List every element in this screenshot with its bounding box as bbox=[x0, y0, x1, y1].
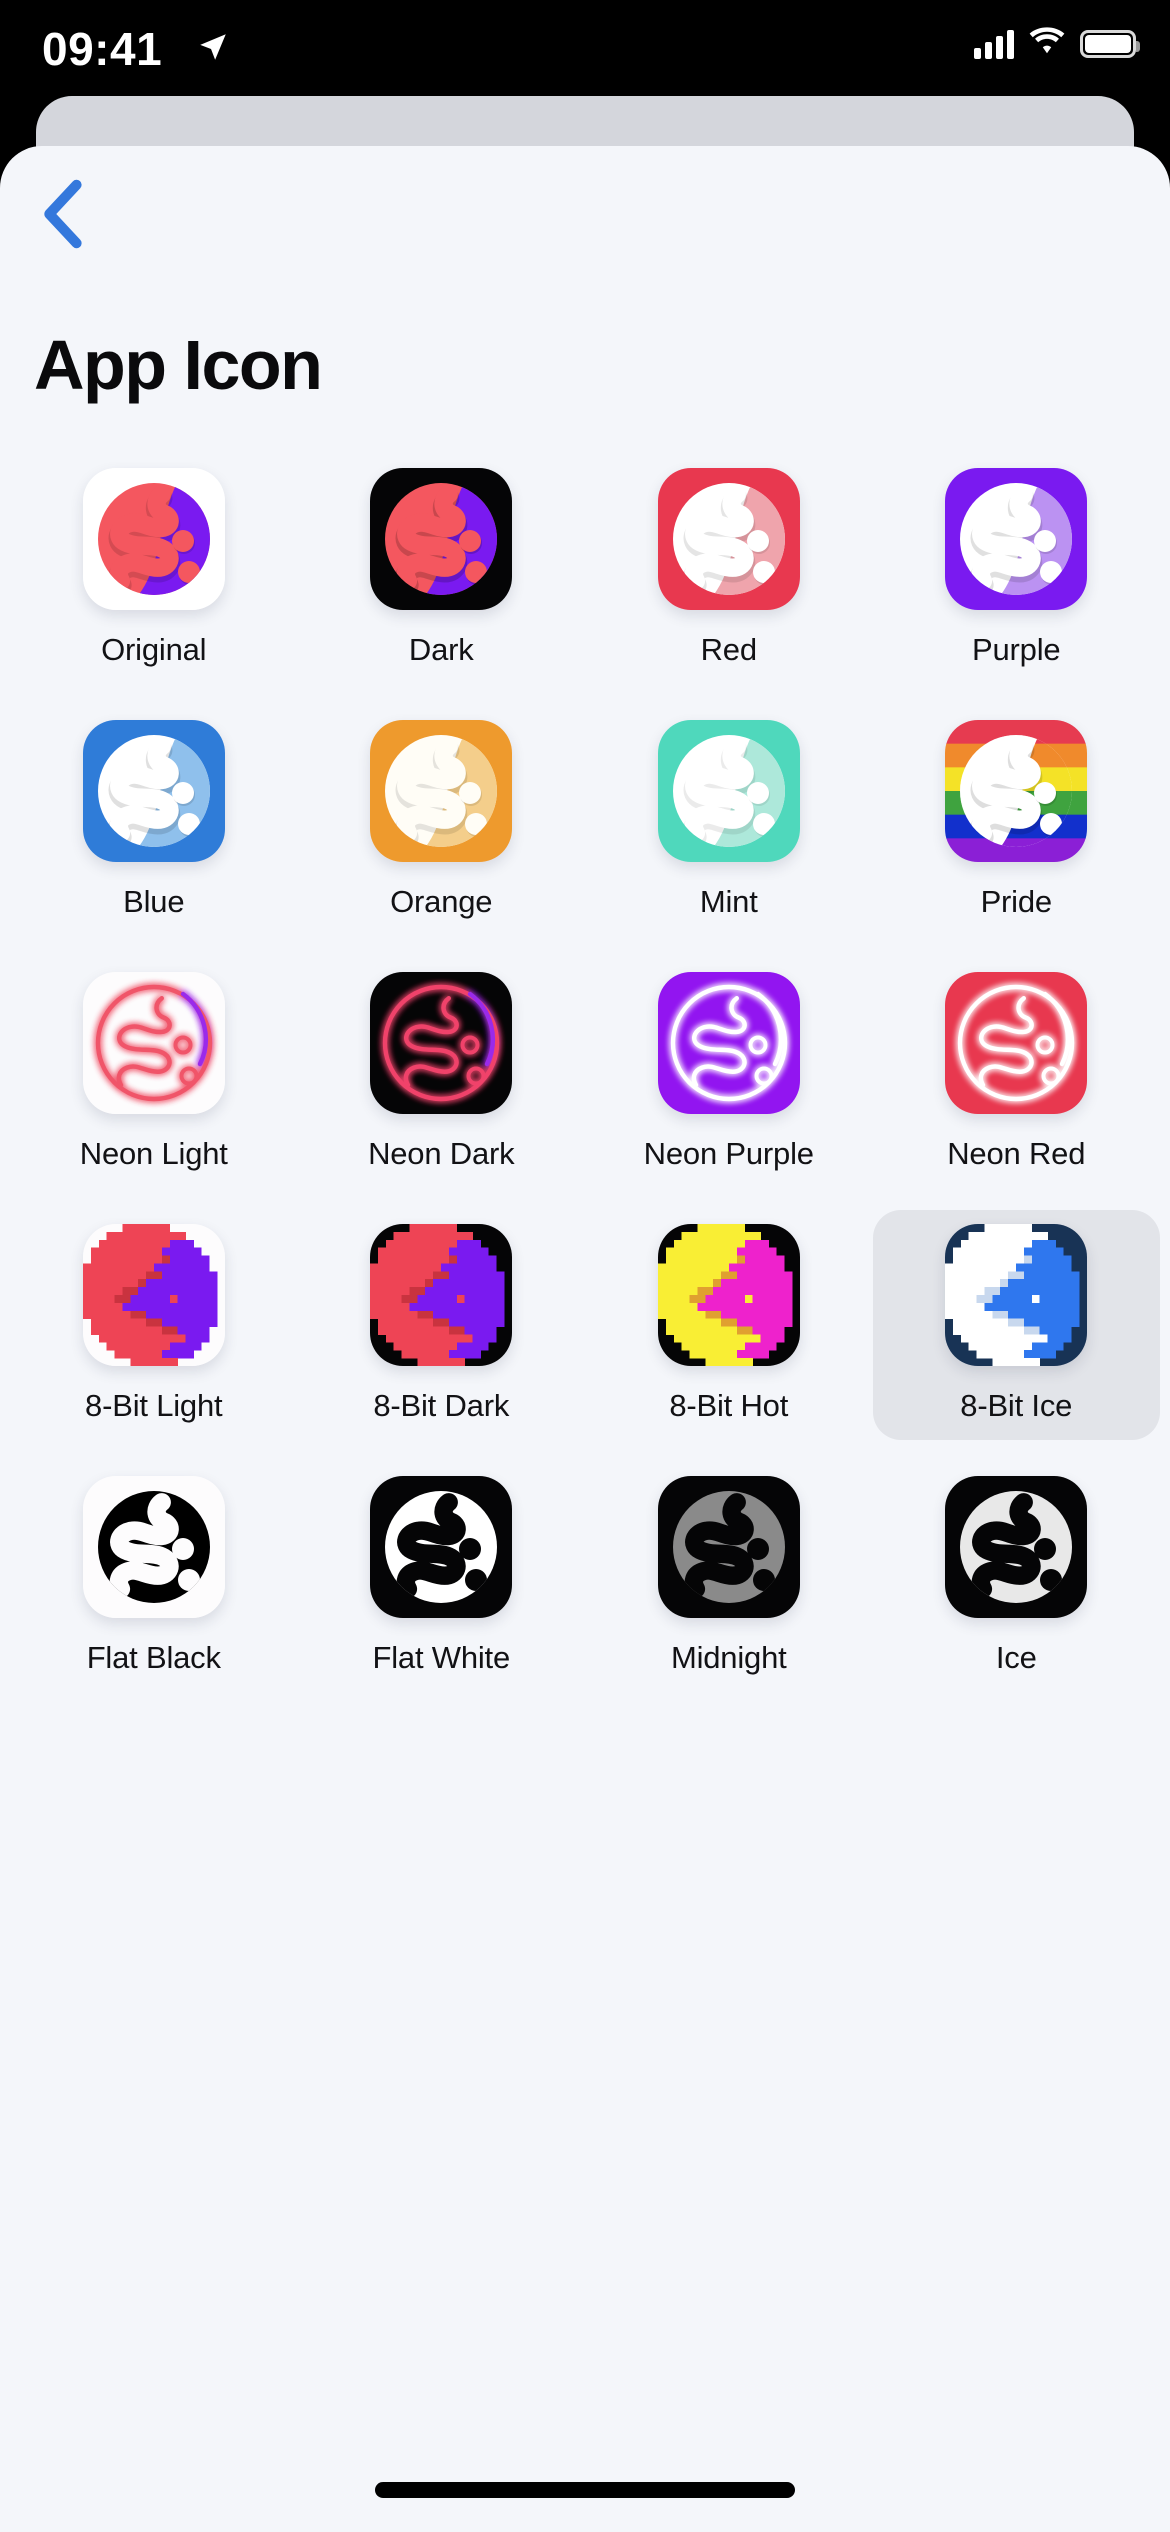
app-icon-option-midnight[interactable]: Midnight bbox=[585, 1462, 873, 1692]
app-icon-option-original[interactable]: Original bbox=[10, 454, 298, 684]
app-icon-artwork bbox=[370, 972, 513, 1114]
app-icon-option-neon-light[interactable]: Neon Light bbox=[10, 958, 298, 1188]
app-icon-option-neon-red[interactable]: Neon Red bbox=[873, 958, 1161, 1188]
app-icon-artwork bbox=[82, 972, 225, 1114]
app-icon-artwork bbox=[945, 1224, 1088, 1366]
app-icon-option-flat-black[interactable]: Flat Black bbox=[10, 1462, 298, 1692]
app-icon-artwork bbox=[657, 972, 800, 1114]
app-icon-label: Flat Black bbox=[86, 1640, 221, 1675]
app-icon-artwork bbox=[657, 720, 800, 862]
app-icon-option-mint[interactable]: Mint bbox=[585, 706, 873, 936]
app-icon-label: 8-Bit Dark bbox=[373, 1388, 510, 1423]
location-arrow-icon bbox=[196, 30, 230, 69]
app-icon-artwork bbox=[82, 720, 225, 862]
app-icon-artwork bbox=[82, 1224, 225, 1366]
app-icon-artwork bbox=[945, 720, 1088, 862]
app-icon-label: Midnight bbox=[670, 1640, 787, 1675]
app-icon-artwork bbox=[657, 1476, 800, 1618]
battery-full-icon bbox=[1080, 29, 1140, 58]
status-bar-indicators bbox=[974, 26, 1140, 61]
app-icon-label: Orange bbox=[390, 884, 493, 919]
app-icon-label: Blue bbox=[123, 884, 185, 919]
app-icon-sheet: App Icon Original Dark Red Purple Blue O… bbox=[0, 146, 1170, 2532]
app-icon-label: Purple bbox=[972, 632, 1061, 667]
app-icon-label: Original bbox=[101, 632, 207, 667]
chevron-left-icon bbox=[39, 179, 83, 252]
app-icon-option-neon-purple[interactable]: Neon Purple bbox=[585, 958, 873, 1188]
status-bar-time: 09:41 bbox=[42, 23, 163, 75]
app-icon-option-pride[interactable]: Pride bbox=[873, 706, 1161, 936]
app-icon-option-purple[interactable]: Purple bbox=[873, 454, 1161, 684]
app-icon-option-ice[interactable]: Ice bbox=[873, 1462, 1161, 1692]
app-icon-option-blue[interactable]: Blue bbox=[10, 706, 298, 936]
app-icon-option-8-bit-light[interactable]: 8-Bit Light bbox=[10, 1210, 298, 1440]
app-icon-label: Neon Purple bbox=[643, 1136, 814, 1171]
app-icon-label: 8-Bit Light bbox=[85, 1388, 223, 1423]
app-icon-artwork bbox=[370, 1476, 513, 1618]
app-icon-artwork bbox=[657, 468, 800, 610]
page-title: App Icon bbox=[34, 326, 323, 404]
app-icon-option-8-bit-dark[interactable]: 8-Bit Dark bbox=[298, 1210, 586, 1440]
app-icon-option-8-bit-hot[interactable]: 8-Bit Hot bbox=[585, 1210, 873, 1440]
app-icon-artwork bbox=[945, 972, 1088, 1114]
app-icon-label: Red bbox=[700, 632, 757, 667]
app-icon-label: Neon Light bbox=[79, 1136, 228, 1171]
app-icon-label: Pride bbox=[980, 884, 1053, 919]
home-indicator bbox=[375, 2482, 795, 2498]
app-icon-option-red[interactable]: Red bbox=[585, 454, 873, 684]
navigation-bar bbox=[0, 146, 1170, 266]
wifi-icon bbox=[1028, 26, 1066, 61]
app-icon-option-dark[interactable]: Dark bbox=[298, 454, 586, 684]
app-icon-artwork bbox=[370, 1224, 513, 1366]
status-bar: 09:41 bbox=[0, 0, 1170, 96]
app-icon-artwork bbox=[370, 468, 513, 610]
app-icon-label: Dark bbox=[408, 632, 474, 667]
app-icon-label: Neon Red bbox=[947, 1136, 1086, 1171]
app-icon-artwork bbox=[82, 468, 225, 610]
app-icon-artwork bbox=[945, 468, 1088, 610]
app-icon-label: Neon Dark bbox=[368, 1136, 515, 1171]
app-icon-label: 8-Bit Ice bbox=[960, 1388, 1073, 1423]
app-icon-label: 8-Bit Hot bbox=[669, 1388, 789, 1423]
app-icon-option-neon-dark[interactable]: Neon Dark bbox=[298, 958, 586, 1188]
app-icon-artwork bbox=[945, 1476, 1088, 1618]
app-icon-option-8-bit-ice[interactable]: 8-Bit Ice bbox=[872, 1210, 1160, 1440]
app-icon-artwork bbox=[82, 1476, 225, 1618]
app-icon-option-orange[interactable]: Orange bbox=[298, 706, 586, 936]
app-icon-label: Flat White bbox=[372, 1640, 511, 1675]
back-button[interactable] bbox=[18, 172, 104, 258]
app-icon-label: Ice bbox=[995, 1640, 1037, 1675]
app-icon-option-flat-white[interactable]: Flat White bbox=[298, 1462, 586, 1692]
cellular-signal-icon bbox=[974, 29, 1014, 59]
app-icon-grid: Original Dark Red Purple Blue Orange Min… bbox=[0, 454, 1170, 1692]
app-icon-artwork bbox=[370, 720, 513, 862]
app-icon-label: Mint bbox=[699, 884, 758, 919]
app-icon-artwork bbox=[657, 1224, 800, 1366]
